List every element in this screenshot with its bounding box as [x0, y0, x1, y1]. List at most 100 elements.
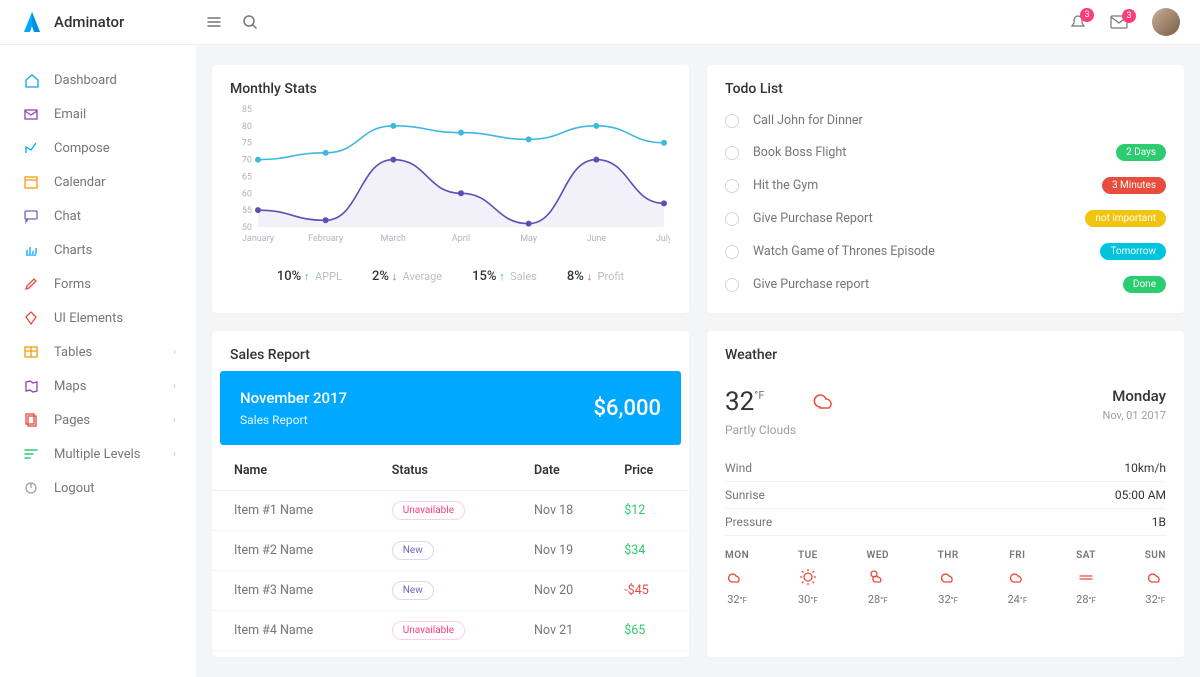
sidebar-item-label: Forms — [54, 277, 91, 292]
sidebar-item-label: Multiple Levels — [54, 447, 140, 462]
svg-text:July: July — [656, 234, 670, 244]
sales-header: November 2017 Sales Report $6,000 — [220, 371, 681, 445]
radio-icon[interactable] — [725, 146, 739, 160]
menu-toggle-icon[interactable] — [206, 14, 222, 30]
todo-text: Give Purchase report — [753, 277, 869, 292]
suncloud-icon — [867, 567, 887, 587]
todo-item[interactable]: Give Purchase Reportnot important — [725, 202, 1166, 235]
svg-text:February: February — [308, 234, 344, 244]
chevron-right-icon: › — [173, 415, 176, 426]
notifications-icon[interactable]: 3 — [1070, 14, 1086, 30]
todo-card: Todo List Call John for DinnerBook Boss … — [707, 65, 1184, 313]
search-icon[interactable] — [242, 14, 258, 30]
todo-item[interactable]: Book Boss Flight 2 Days — [725, 136, 1166, 169]
table-header: Date — [524, 451, 614, 491]
sidebar-item-pages[interactable]: Pages› — [0, 403, 196, 437]
logo-icon — [20, 10, 44, 34]
svg-text:April: April — [452, 234, 470, 244]
sales-month: November 2017 — [240, 389, 347, 407]
card-title: Weather — [725, 331, 1166, 371]
sidebar-item-dashboard[interactable]: Dashboard — [0, 63, 196, 97]
todo-text: Call John for Dinner — [753, 113, 863, 128]
chevron-right-icon: › — [173, 381, 176, 392]
forecast-day: WED28°F — [867, 550, 889, 606]
sidebar-item-calendar[interactable]: Calendar — [0, 165, 196, 199]
sidebar-item-email[interactable]: Email — [0, 97, 196, 131]
weather-day: Monday — [1102, 387, 1166, 405]
forecast-day: THR32°F — [938, 550, 959, 606]
status-pill: New — [392, 581, 434, 600]
card-title: Monthly Stats — [212, 65, 689, 105]
svg-text:80: 80 — [242, 122, 252, 132]
todo-text: Hit the Gym — [753, 178, 818, 193]
sidebar-item-label: Logout — [54, 481, 95, 496]
forecast-day: SUN32°F — [1145, 550, 1166, 606]
messages-icon[interactable]: 3 — [1110, 15, 1128, 29]
todo-item[interactable]: Watch Game of Thrones EpisodeTomorrow — [725, 235, 1166, 268]
stat-sales: 15% ↑ Sales — [472, 269, 537, 284]
chart-icon — [20, 242, 42, 258]
sidebar-item-label: Compose — [54, 141, 110, 156]
table-row[interactable]: Item #1 NameUnavailableNov 18$12 — [212, 491, 689, 531]
sidebar-item-label: Chat — [54, 209, 81, 224]
status-pill: New — [392, 541, 434, 560]
home-icon — [20, 72, 42, 88]
sidebar-item-label: Calendar — [54, 175, 106, 190]
todo-item[interactable]: Hit the Gym3 Minutes — [725, 169, 1166, 202]
weather-detail-rows: Wind10km/hSunrise05:00 AMPressure1B — [725, 455, 1166, 536]
forecast-day: FRI24°F — [1007, 550, 1027, 606]
table-row[interactable]: Item #4 NameUnavailableNov 21$65 — [212, 611, 689, 651]
stat-profit: 8% ↓ Profit — [567, 269, 624, 284]
power-icon — [20, 480, 42, 496]
todo-item[interactable]: Give Purchase reportDone — [725, 268, 1166, 301]
mist-icon — [1076, 567, 1096, 587]
sidebar-item-logout[interactable]: Logout — [0, 471, 196, 505]
svg-text:June: June — [586, 234, 606, 244]
svg-text:May: May — [520, 234, 538, 244]
sidebar-item-maps[interactable]: Maps › — [0, 369, 196, 403]
cloud-icon — [1145, 567, 1165, 587]
weather-temp: 32°F — [725, 387, 796, 417]
weather-row: Pressure1B — [725, 509, 1166, 536]
sales-amount: $6,000 — [594, 396, 661, 421]
todo-badge: 2 Days — [1116, 144, 1166, 161]
forecast-day: MON32°F — [725, 550, 749, 606]
sidebar-item-charts[interactable]: Charts — [0, 233, 196, 267]
sales-table: NameStatusDatePriceItem #1 NameUnavailab… — [212, 451, 689, 651]
sidebar-item-forms[interactable]: Forms — [0, 267, 196, 301]
sales-report-card: Sales Report November 2017 Sales Report … — [212, 331, 689, 657]
svg-text:March: March — [381, 234, 406, 244]
sidebar-item-ui-elements[interactable]: UI Elements — [0, 301, 196, 335]
diamond-icon — [20, 310, 42, 326]
radio-icon[interactable] — [725, 212, 739, 226]
pencil-icon — [20, 276, 42, 292]
stat-average: 2% ↓ Average — [372, 269, 442, 284]
forecast-row: MON32°FTUE30°FWED28°FTHR32°FFRI24°FSAT28… — [725, 550, 1166, 606]
table-header: Price — [614, 451, 689, 491]
forecast-day: TUE30°F — [798, 550, 818, 606]
weather-row: Sunrise05:00 AM — [725, 482, 1166, 509]
svg-text:50: 50 — [242, 223, 252, 233]
calendar-icon — [20, 174, 42, 190]
sidebar-item-tables[interactable]: Tables› — [0, 335, 196, 369]
radio-icon[interactable] — [725, 278, 739, 292]
table-row[interactable]: Item #3 NameNewNov 20-$45 — [212, 571, 689, 611]
table-row[interactable]: Item #2 NameNewNov 19$34 — [212, 531, 689, 571]
todo-text: Book Boss Flight — [753, 145, 846, 160]
radio-icon[interactable] — [725, 245, 739, 259]
avatar[interactable] — [1152, 8, 1180, 36]
sidebar-item-compose[interactable]: Compose — [0, 131, 196, 165]
sidebar-item-label: Charts — [54, 243, 92, 258]
svg-text:75: 75 — [242, 139, 252, 149]
sidebar-item-chat[interactable]: Chat — [0, 199, 196, 233]
todo-item[interactable]: Call John for Dinner — [725, 105, 1166, 136]
sidebar-item-label: Maps — [54, 379, 86, 394]
svg-text:70: 70 — [242, 156, 252, 166]
sidebar-item-multiple-levels[interactable]: Multiple Levels› — [0, 437, 196, 471]
weather-date: Nov, 01 2017 — [1102, 409, 1166, 422]
radio-icon[interactable] — [725, 114, 739, 128]
status-pill: Unavailable — [392, 621, 465, 640]
cloud-icon — [725, 567, 745, 587]
brand-area[interactable]: Adminator — [20, 10, 200, 34]
radio-icon[interactable] — [725, 179, 739, 193]
